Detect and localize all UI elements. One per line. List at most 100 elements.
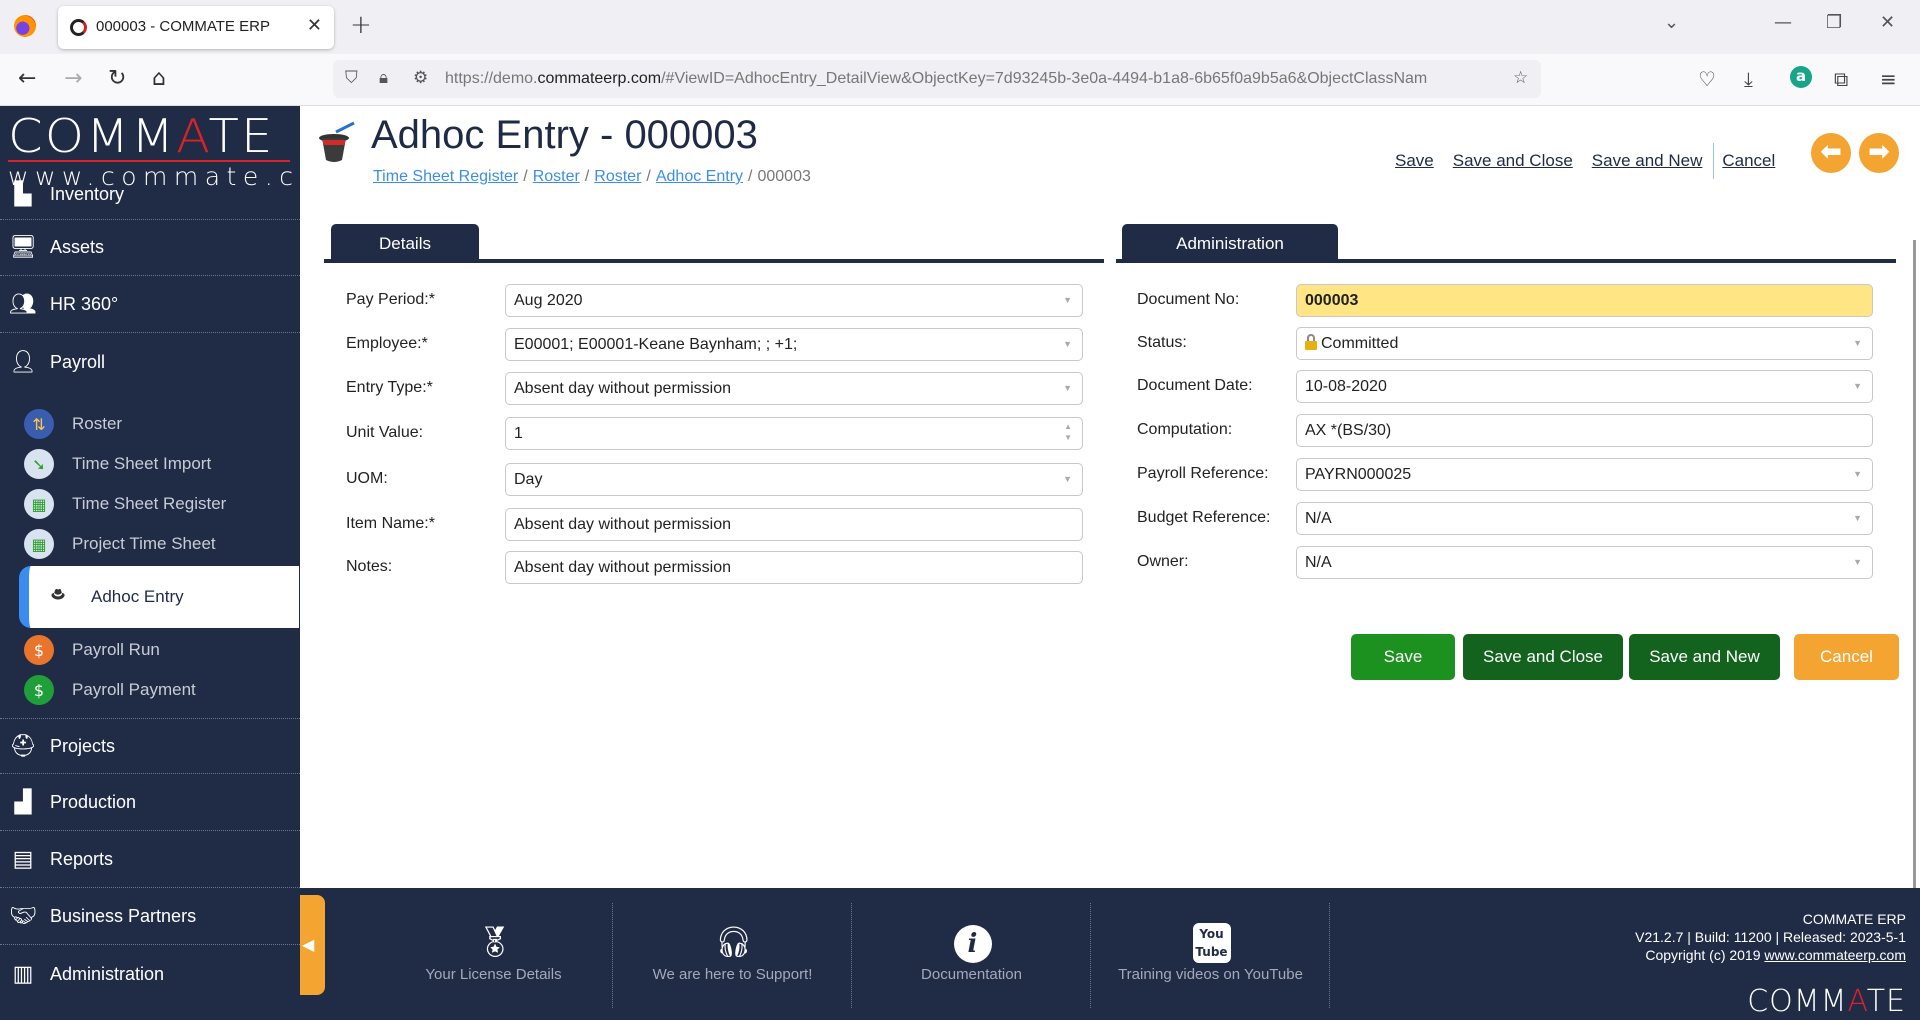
entry-type-dropdown[interactable]: Absent day without permission ▼ <box>505 372 1083 405</box>
tab-details[interactable]: Details <box>331 224 479 263</box>
sidebar-item-assets[interactable]: 🖥︎ Assets <box>0 220 300 276</box>
sidebar: COMMATE www.commate.ca ▙ Inventory 🖥︎ As… <box>0 106 300 1020</box>
permissions-icon[interactable]: ⚙ <box>413 68 428 88</box>
extensions-icon[interactable]: ⧉ <box>1834 67 1848 91</box>
save-and-close-button[interactable]: Save and Close <box>1463 634 1623 680</box>
computation-label: Computation: <box>1137 421 1233 438</box>
chevron-down-icon[interactable]: ▼ <box>1853 371 1862 402</box>
footer-youtube[interactable]: You Tube Training videos on YouTube <box>1092 903 1330 1008</box>
top-save-and-close-link[interactable]: Save and Close <box>1453 151 1573 171</box>
new-tab-button[interactable]: + <box>350 10 372 40</box>
pay-period-label: Pay Period:* <box>346 291 435 308</box>
breadcrumb-time-sheet-register[interactable]: Time Sheet Register <box>373 168 518 185</box>
downloads-icon[interactable]: ⤓ <box>1744 67 1753 91</box>
commateerp-link[interactable]: www.commateerp.com <box>1764 947 1906 963</box>
sidebar-subitem-adhoc-entry[interactable]: 🎩︎ Adhoc Entry <box>19 566 299 628</box>
chevron-down-icon[interactable]: ▼ <box>1853 328 1862 359</box>
notes-field[interactable]: Absent day without permission <box>505 551 1083 584</box>
footer-license-details[interactable]: 🏅︎ Your License Details <box>375 903 613 1008</box>
sidebar-subitem-payroll-payment[interactable]: $ Payroll Payment <box>20 670 300 710</box>
lock-icon[interactable]: 🔒︎ <box>379 68 388 88</box>
breadcrumb-roster-1[interactable]: Roster <box>533 168 580 185</box>
home-button[interactable]: ⌂ <box>152 66 166 91</box>
sidebar-subitem-payroll-run[interactable]: $ Payroll Run <box>20 630 300 670</box>
chevron-down-icon[interactable]: ▼ <box>1063 373 1072 404</box>
handshake-icon: 🤝︎ <box>9 904 37 929</box>
chevron-down-icon[interactable]: ▼ <box>1853 459 1862 490</box>
spinner-arrows-icon[interactable]: ▲ ▼ <box>1064 421 1072 443</box>
pay-period-dropdown[interactable]: Aug 2020 ▼ <box>505 284 1083 317</box>
sidebar-subitem-time-sheet-register[interactable]: ▦ Time Sheet Register <box>20 484 300 524</box>
sidebar-subitem-project-time-sheet[interactable]: ▦ Project Time Sheet <box>20 524 300 564</box>
item-name-label: Item Name:* <box>346 515 435 532</box>
item-name-field[interactable]: Absent day without permission <box>505 508 1083 541</box>
forward-button[interactable]: → <box>64 66 82 91</box>
roster-icon: ⇅ <box>24 409 54 439</box>
computation-field[interactable]: AX *(BS/30) <box>1296 414 1873 447</box>
chevron-down-icon[interactable]: ▼ <box>1853 547 1862 578</box>
magic-hat-icon: 🎩︎ <box>51 583 65 608</box>
payroll-reference-dropdown[interactable]: PAYRN000025 ▼ <box>1296 458 1873 491</box>
url-bar[interactable]: ⛉ 🔒︎ ⚙ https://demo.commateerp.com/#View… <box>333 60 1541 98</box>
payroll-payment-icon: $ <box>24 675 54 705</box>
reload-button[interactable]: ↻ <box>108 66 126 91</box>
top-save-link[interactable]: Save <box>1395 151 1434 171</box>
pocket-icon[interactable]: ♡ <box>1698 67 1716 91</box>
next-record-button[interactable]: ➡ <box>1859 133 1899 173</box>
unit-value-value: 1 <box>514 425 523 442</box>
collapse-sidebar-button[interactable]: ◀ <box>300 895 325 995</box>
top-cancel-link[interactable]: Cancel <box>1722 151 1775 171</box>
sidebar-subitem-time-sheet-import[interactable]: ➘ Time Sheet Import <box>20 444 300 484</box>
extension-a-icon[interactable]: a <box>1790 66 1812 88</box>
firefox-icon[interactable] <box>14 15 36 37</box>
footer-support[interactable]: 🎧︎ We are here to Support! <box>614 903 852 1008</box>
minimize-button[interactable]: — <box>1774 12 1792 33</box>
chevron-down-icon[interactable]: ▼ <box>1063 464 1072 495</box>
sidebar-item-projects[interactable]: ⛑︎ Projects <box>0 718 300 774</box>
url-text[interactable]: https://demo.commateerp.com/#ViewID=Adho… <box>445 70 1485 88</box>
unit-value-stepper[interactable]: 1 ▲ ▼ <box>505 417 1083 450</box>
document-date-dropdown[interactable]: 10-08-2020 ▼ <box>1296 370 1873 403</box>
support-headset-icon: 🎧︎ <box>714 925 753 960</box>
sidebar-item-reports[interactable]: ▤ Reports <box>0 832 300 888</box>
sidebar-subitem-roster[interactable]: ⇅ Roster <box>20 404 300 444</box>
restore-button[interactable]: ❐ <box>1826 12 1842 33</box>
chevron-down-icon[interactable]: ▼ <box>1063 329 1072 360</box>
breadcrumb-roster-2[interactable]: Roster <box>594 168 641 185</box>
menu-icon[interactable]: ≡ <box>1880 67 1897 91</box>
page-scrollbar[interactable] <box>1913 240 1916 900</box>
details-divider <box>324 259 1104 263</box>
breadcrumb-adhoc-entry[interactable]: Adhoc Entry <box>656 168 743 185</box>
uom-dropdown[interactable]: Day ▼ <box>505 463 1083 496</box>
bookmark-star-icon[interactable]: ☆ <box>1513 68 1528 88</box>
chevron-down-icon[interactable]: ▼ <box>1063 285 1072 316</box>
back-button[interactable]: ← <box>18 66 36 91</box>
product-name: COMMATE ERP <box>1802 911 1906 927</box>
chevron-down-icon[interactable]: ▼ <box>1853 503 1862 534</box>
status-dropdown[interactable]: Committed ▼ <box>1296 327 1873 360</box>
budget-reference-value: N/A <box>1305 510 1332 527</box>
sidebar-item-business-partners[interactable]: 🤝︎ Business Partners <box>0 889 300 945</box>
cancel-button[interactable]: Cancel <box>1794 634 1899 680</box>
document-no-field[interactable]: 000003 <box>1296 284 1873 317</box>
sidebar-item-production[interactable]: ▟ Production <box>0 775 300 831</box>
tab-administration[interactable]: Administration <box>1122 224 1338 263</box>
sidebar-item-administration[interactable]: ▥ Administration <box>0 946 300 1002</box>
owner-dropdown[interactable]: N/A ▼ <box>1296 546 1873 579</box>
sidebar-item-hr360[interactable]: 👥︎ HR 360° <box>0 277 300 333</box>
save-button[interactable]: Save <box>1351 634 1455 680</box>
sidebar-item-payroll[interactable]: 👤︎ Payroll <box>0 334 300 390</box>
top-save-and-new-link[interactable]: Save and New <box>1592 151 1703 171</box>
save-and-new-button[interactable]: Save and New <box>1629 634 1780 680</box>
employee-dropdown[interactable]: E00001; E00001-Keane Baynham; ; +1; ▼ <box>505 328 1083 361</box>
budget-reference-dropdown[interactable]: N/A ▼ <box>1296 502 1873 535</box>
browser-tab[interactable]: 000003 - COMMATE ERP ✕ <box>58 6 334 49</box>
close-window-button[interactable]: ✕ <box>1880 12 1895 33</box>
list-tabs-chevron-icon[interactable]: ⌄ <box>1664 12 1679 33</box>
previous-record-button[interactable]: ⬅ <box>1811 133 1851 173</box>
item-name-value: Absent day without permission <box>514 516 731 533</box>
sidebar-item-inventory[interactable]: ▙ Inventory <box>0 170 300 220</box>
close-tab-icon[interactable]: ✕ <box>307 15 322 36</box>
shield-icon[interactable]: ⛉ <box>345 68 358 88</box>
footer-documentation[interactable]: i Documentation <box>853 903 1091 1008</box>
